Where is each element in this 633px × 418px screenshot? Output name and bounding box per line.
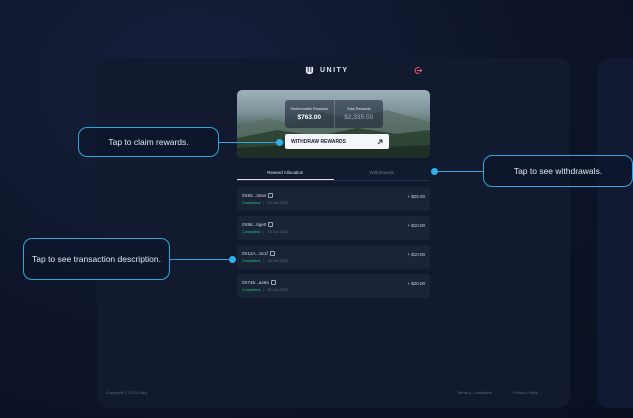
rewards-summary: Redeemable Rewards $763.00 Total Rewards…: [285, 100, 383, 128]
footer-copyright: Copyright © 2025 Unity: [106, 390, 148, 395]
transaction-address: 0X58...6ge0: [242, 222, 274, 227]
tab-bar: Reward Allocation Withdrawals: [237, 168, 430, 180]
transaction-amount: + $10.00: [407, 223, 425, 228]
transaction-row[interactable]: 0X58...6ge0 Completed | 19 Oct 2025 + $10.…: [237, 216, 430, 240]
transaction-amount: + $20.00: [407, 281, 425, 286]
callout-see-withdrawals: Tap to see withdrawals.: [483, 155, 633, 187]
redeemable-value: $763.00: [297, 114, 322, 121]
transaction-amount: + $10.00: [407, 252, 425, 257]
hotspot-dot: [229, 256, 236, 263]
copy-icon[interactable]: [270, 280, 276, 285]
copy-icon[interactable]: [268, 222, 274, 227]
withdraw-rewards-button[interactable]: WITHDRAW REWARDS: [285, 134, 389, 149]
callout-connector: [437, 171, 483, 172]
tab-reward-allocation[interactable]: Reward Allocation: [237, 168, 334, 180]
hotspot-dot: [431, 168, 438, 175]
tab-divider: [237, 180, 430, 181]
footer-privacy-link[interactable]: Privacy Policy: [513, 390, 538, 395]
copy-icon[interactable]: [268, 193, 274, 198]
transaction-row[interactable]: 0X93...3ea4 Completed | 20 Oct 2025 + $25.…: [237, 187, 430, 211]
transaction-meta: Completed | 18 Oct 2025: [242, 259, 289, 263]
callout-connector: [170, 259, 232, 260]
transaction-meta: Completed | 19 Oct 2025: [242, 230, 289, 234]
transaction-address: 0X93...3ea4: [242, 193, 274, 198]
arrow-up-right-icon: [377, 139, 383, 144]
redeemable-rewards: Redeemable Rewards $763.00: [285, 100, 334, 128]
footer-terms-link[interactable]: Terms & Conditions: [457, 390, 492, 395]
redeemable-label: Redeemable Rewards: [290, 107, 329, 111]
brand-logo: UNITY: [305, 66, 349, 75]
copy-icon[interactable]: [269, 251, 275, 256]
brand-name: UNITY: [320, 67, 349, 74]
transaction-row[interactable]: 0X745...a46a Completed | 30 Oct 2025 + $20…: [237, 274, 430, 298]
total-label: Total Rewards: [346, 107, 371, 111]
side-panel-edge: [597, 58, 633, 408]
callout-connector: [219, 142, 279, 143]
transaction-address: 0X745...a46a: [242, 280, 276, 285]
hotspot-dot: [276, 139, 283, 146]
callout-claim-rewards: Tap to claim rewards.: [78, 127, 219, 157]
total-rewards: Total Rewards $2,335.00: [333, 100, 384, 128]
transaction-meta: Completed | 30 Oct 2025: [242, 288, 289, 292]
tab-withdrawals[interactable]: Withdrawals: [334, 168, 431, 180]
total-value: $2,335.00: [344, 114, 374, 121]
transaction-amount: + $25.00: [407, 194, 425, 199]
logout-icon[interactable]: [414, 66, 423, 75]
withdraw-label: WITHDRAW REWARDS: [291, 138, 346, 145]
unity-logo-icon: [305, 66, 314, 75]
callout-transaction-description: Tap to see transaction description.: [23, 238, 170, 280]
transaction-row[interactable]: 0X12A...9c1f Completed | 18 Oct 2025 + $10…: [237, 245, 430, 269]
transaction-meta: Completed | 20 Oct 2025: [242, 201, 289, 205]
transaction-address: 0X12A...9c1f: [242, 251, 275, 256]
